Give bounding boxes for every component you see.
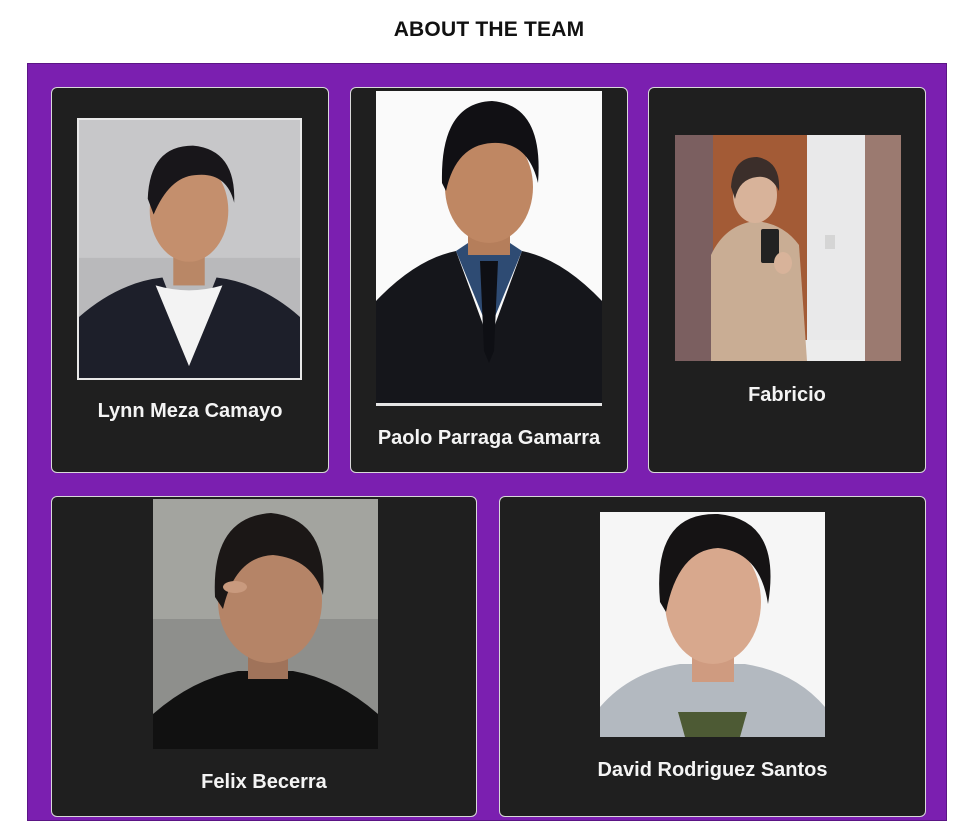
team-name-paolo: Paolo Parraga Gamarra [377, 427, 601, 449]
portrait-icon [79, 120, 300, 378]
team-card-fabricio: Fabricio [648, 87, 926, 473]
team-photo-paolo [376, 91, 602, 406]
team-photo-fabricio [675, 135, 901, 361]
team-card-paolo: Paolo Parraga Gamarra [350, 87, 628, 473]
team-name-lynn: Lynn Meza Camayo [97, 400, 283, 422]
team-panel: Lynn Meza Camayo Paolo Parraga Gamarra F… [27, 63, 947, 821]
team-name-fabricio: Fabricio [748, 384, 826, 406]
page-title: ABOUT THE TEAM [393, 18, 585, 41]
team-photo-david [600, 512, 825, 737]
portrait-icon [153, 499, 378, 749]
team-name-david: David Rodriguez Santos [597, 759, 828, 781]
team-card-felix: Felix Becerra [51, 496, 477, 817]
team-photo-felix [153, 499, 378, 749]
team-photo-lynn [77, 118, 302, 380]
team-card-lynn: Lynn Meza Camayo [51, 87, 329, 473]
portrait-icon [675, 135, 901, 361]
team-card-david: David Rodriguez Santos [499, 496, 926, 817]
team-name-felix: Felix Becerra [201, 771, 327, 793]
portrait-icon [600, 512, 825, 737]
portrait-icon [376, 91, 602, 406]
